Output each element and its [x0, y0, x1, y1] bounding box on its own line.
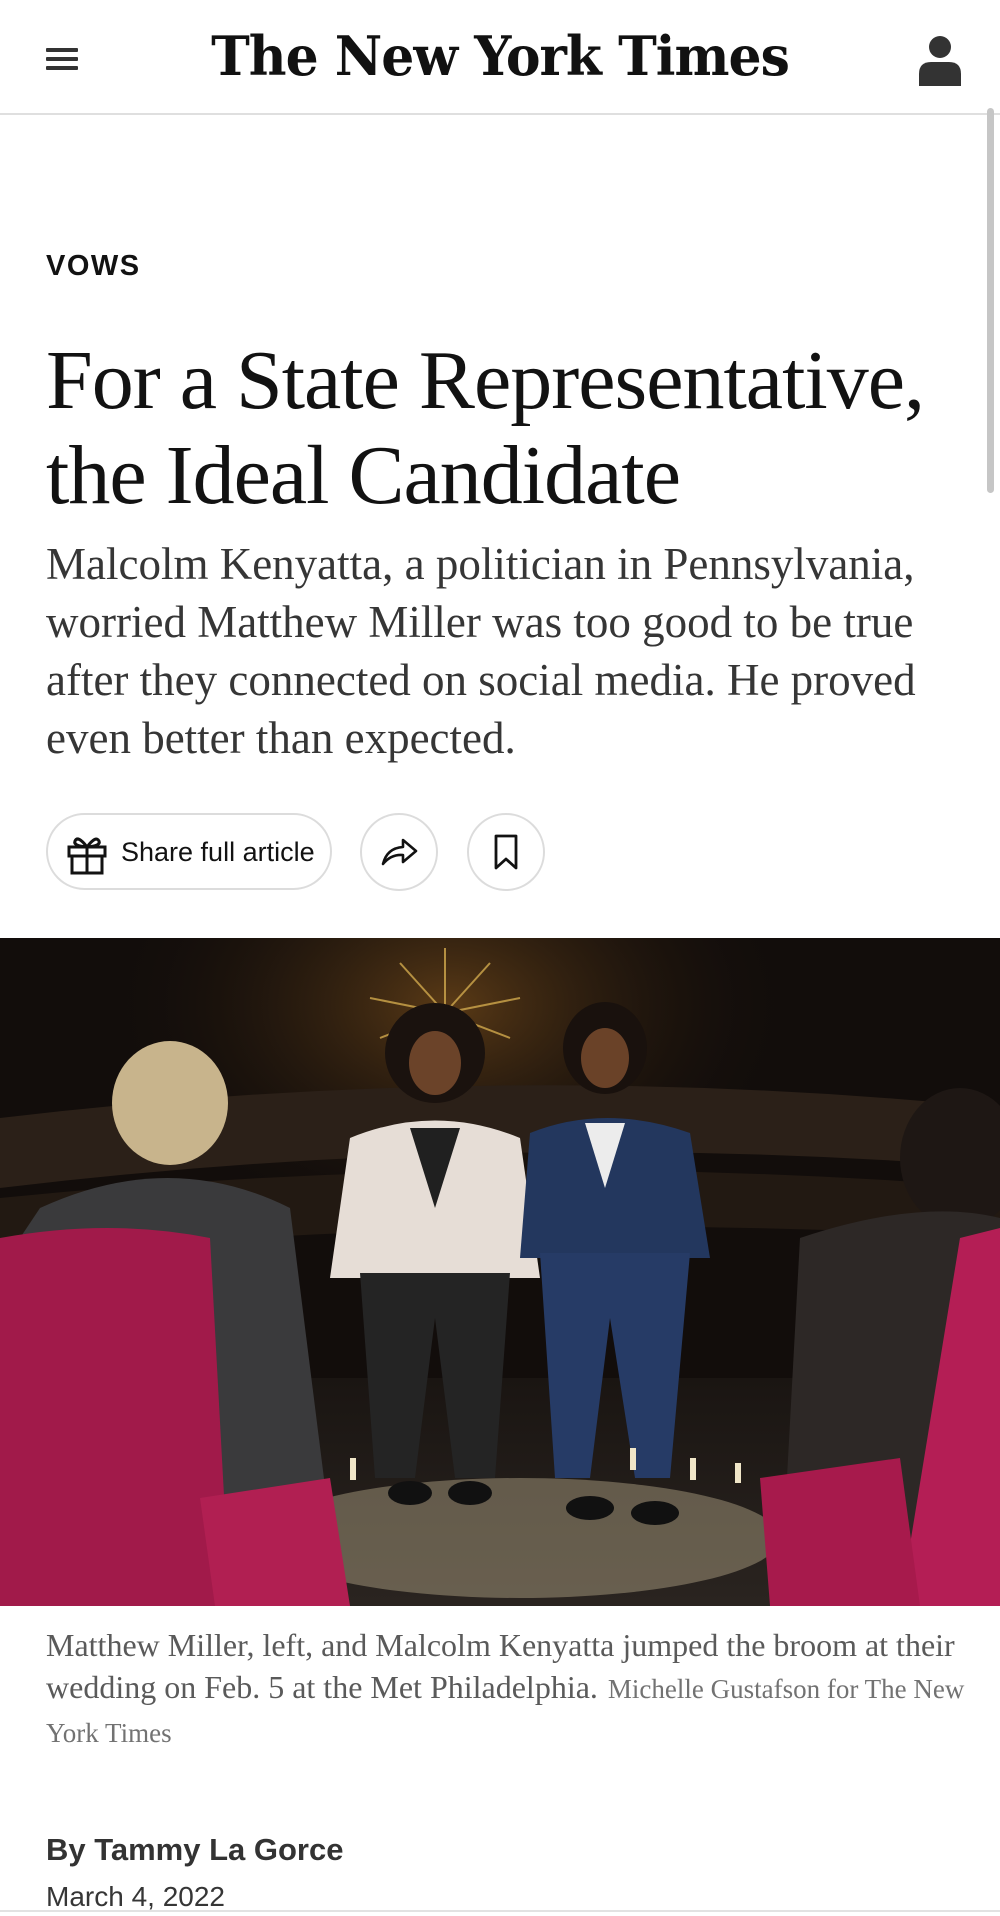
save-bookmark-button[interactable]: [467, 813, 545, 891]
page-scrollbar[interactable]: [987, 108, 994, 493]
section-kicker[interactable]: VOWS: [46, 250, 141, 283]
nyt-logo[interactable]: The New York Times: [0, 24, 1000, 88]
gift-icon: [67, 837, 107, 875]
share-button[interactable]: [360, 813, 438, 891]
photo-caption: Matthew Miller, left, and Malcolm Kenyat…: [46, 1624, 966, 1754]
account-icon[interactable]: [917, 34, 963, 86]
bottom-divider: [0, 1910, 1000, 1916]
share-arrow-icon: [381, 838, 418, 866]
publish-date: March 4, 2022: [46, 1881, 225, 1912]
byline[interactable]: By Tammy La Gorce: [46, 1832, 343, 1868]
masthead: The New York Times: [0, 0, 1000, 115]
share-full-article-label: Share full article: [121, 837, 315, 867]
share-full-article-button[interactable]: Share full article: [46, 813, 332, 890]
article-photo: [0, 938, 1000, 1606]
article-summary: Malcolm Kenyatta, a politician in Pennsy…: [46, 539, 916, 763]
bookmark-icon: [494, 834, 518, 870]
article-headline: For a State Representative, the Ideal Ca…: [46, 334, 925, 522]
